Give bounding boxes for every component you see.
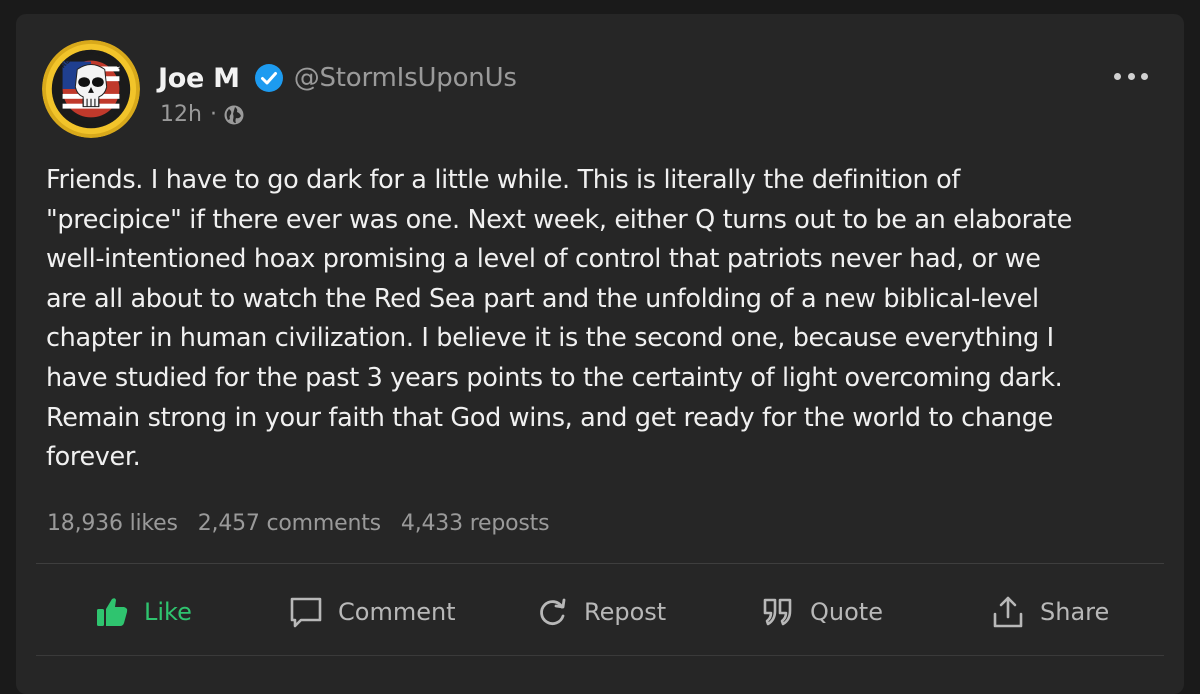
likes-count[interactable]: 18,936 likes [47,511,178,536]
comments-count[interactable]: 2,457 comments [198,511,381,536]
avatar-emblem: PROGRESS AMERICA LET FREEDOM RING [42,40,140,138]
quote-label: Quote [810,598,883,626]
bottom-divider [36,655,1164,656]
share-label: Share [1040,598,1110,626]
more-options-icon[interactable] [1114,66,1148,86]
quote-icon [763,598,792,626]
post-body: Friends. I have to go dark for a little … [46,165,1073,473]
quote-button[interactable]: Quote [760,584,883,640]
post-card: PROGRESS AMERICA LET FREEDOM RING Joe M … [16,14,1184,694]
reposts-count[interactable]: 4,433 reposts [401,511,550,536]
post-time[interactable]: 12h [160,102,202,127]
divider [36,563,1164,564]
verified-badge-icon [254,63,284,93]
share-button[interactable]: Share [990,584,1109,640]
comment-button[interactable]: Comment [288,584,456,640]
author-name[interactable]: Joe M [158,63,240,94]
avatar[interactable]: PROGRESS AMERICA LET FREEDOM RING [42,40,140,138]
repost-icon [540,598,566,625]
author-handle[interactable]: @StormIsUponUs [294,63,517,93]
post-meta: 12h · [160,102,245,127]
comment-icon [290,597,322,628]
engagement-stats: 18,936 likes 2,457 comments 4,433 repost… [47,511,550,536]
repost-button[interactable]: Repost [534,584,666,640]
like-button[interactable]: Like [94,584,192,640]
action-bar: Like Comment Repost Quote Share [16,584,1184,640]
comment-label: Comment [338,598,456,626]
like-label: Like [144,598,192,626]
meta-separator: · [209,102,217,127]
thumbs-up-icon [97,598,128,626]
repost-label: Repost [584,598,667,626]
globe-icon [223,104,245,126]
share-icon [993,596,1023,628]
author-row: Joe M @StormIsUponUs [158,58,517,98]
